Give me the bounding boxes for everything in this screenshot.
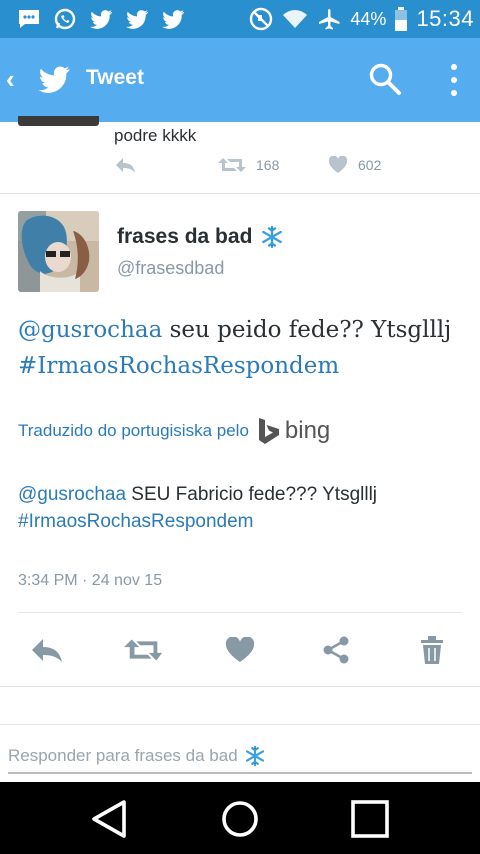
avatar [18, 116, 99, 126]
translation-hashtag-link[interactable]: #IrmaosRochasRespondem [18, 511, 254, 532]
app-bar: ‹ Tweet [0, 38, 480, 122]
trash-icon [421, 636, 443, 664]
tweet-text: @gusrochaa seu peido fede?? Ytsglllj #Ir… [18, 312, 468, 384]
divider [18, 612, 462, 613]
reply-button[interactable] [28, 630, 68, 670]
messages-icon [19, 10, 39, 28]
page-title: Tweet [86, 66, 144, 89]
share-icon [323, 636, 349, 664]
previous-tweet-actions: 168 602 [114, 156, 414, 178]
twitter-icon [126, 10, 148, 29]
heart-icon [328, 156, 348, 173]
retweet-icon [124, 639, 163, 661]
share-button[interactable] [316, 630, 356, 670]
previous-tweet-text: podre kkkk [114, 126, 197, 145]
wifi-icon [283, 10, 308, 28]
system-indicators: 44% 15:34 [248, 6, 474, 32]
divider [0, 724, 480, 725]
delete-button[interactable] [412, 630, 452, 670]
clock: 15:34 [416, 6, 474, 31]
reply-placeholder: Responder para frases da bad [8, 746, 238, 765]
avatar[interactable] [18, 211, 99, 292]
bing-logo: bing [257, 417, 330, 445]
whatsapp-icon [54, 8, 76, 30]
author-name-text: frases da bad [117, 225, 253, 248]
tweet-timestamp: 3:34 PM · 24 nov 15 [18, 572, 163, 589]
retweet-button[interactable]: 168 [218, 156, 279, 174]
hashtag-link[interactable]: #IrmaosRochasRespondem [18, 353, 339, 379]
mention-link[interactable]: @gusrochaa [18, 317, 162, 343]
tweet-body: seu peido fede?? Ytsglllj [162, 317, 452, 343]
twitter-icon [90, 10, 112, 29]
divider [0, 686, 480, 687]
reply-input[interactable]: Responder para frases da bad [8, 736, 472, 774]
previous-tweet[interactable]: podre kkkk 168 602 [0, 116, 480, 194]
like-count: 602 [358, 157, 382, 173]
like-button[interactable] [220, 630, 260, 670]
navigation-bar [0, 782, 480, 854]
retweet-count: 168 [256, 157, 280, 173]
notification-icons [16, 7, 186, 31]
battery-percent: 44% [350, 8, 387, 29]
like-button[interactable]: 602 [328, 156, 381, 174]
heart-icon [225, 637, 255, 662]
overflow-menu-icon[interactable] [444, 62, 464, 98]
translated-text: @gusrochaa SEU Fabricio fede??? Ytsglllj… [18, 481, 468, 535]
translation-attribution[interactable]: Traduzido do portugisiska pelo bing [18, 417, 330, 445]
snowflake-icon [262, 225, 283, 249]
search-icon[interactable] [368, 62, 402, 96]
bing-icon [258, 418, 279, 444]
translation-mention-link[interactable]: @gusrochaa [18, 484, 126, 505]
translated-by-label: Traduzido do portugisiska pelo [18, 421, 249, 440]
translator-name: bing [284, 417, 331, 444]
chevron-left-icon[interactable]: ‹ [6, 64, 15, 95]
recents-nav-icon[interactable] [348, 798, 392, 840]
author-handle[interactable]: @frasesdbad [117, 258, 224, 279]
twitter-icon [162, 10, 184, 29]
reply-button[interactable] [114, 156, 138, 174]
reply-icon [116, 158, 135, 173]
reply-icon [32, 639, 62, 662]
twitter-bird-icon[interactable] [34, 62, 74, 96]
do-not-disturb-icon [250, 7, 273, 31]
status-bar: 44% 15:34 [0, 0, 480, 38]
airplane-icon [319, 9, 340, 30]
tweet-actions [0, 630, 480, 670]
author-name[interactable]: frases da bad [117, 225, 284, 249]
back-nav-icon[interactable] [88, 798, 132, 840]
translation-body: SEU Fabricio fede??? Ytsglllj [126, 484, 378, 505]
battery-icon [395, 7, 408, 31]
snowflake-icon [245, 745, 264, 767]
home-nav-icon[interactable] [218, 798, 262, 840]
retweet-icon [218, 158, 246, 172]
retweet-button[interactable] [124, 630, 164, 670]
profile-photo [18, 211, 99, 292]
